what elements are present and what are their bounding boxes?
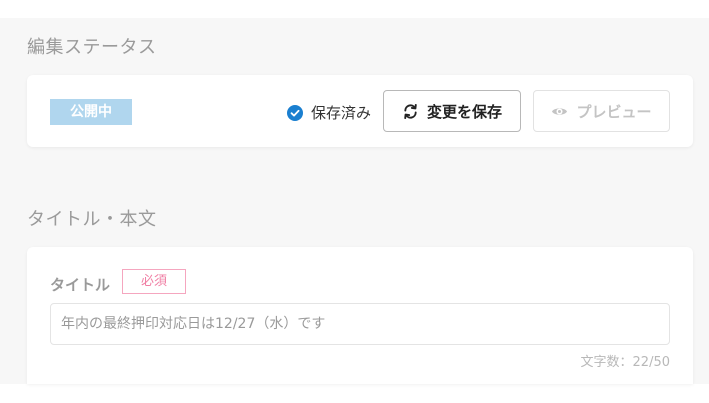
title-input[interactable]: 年内の最終押印対応日は12/27（水）です <box>50 303 670 345</box>
preview-label: プレビュー <box>576 102 652 121</box>
char-count: 文字数：22/50 <box>580 355 670 370</box>
save-changes-button[interactable]: 変更を保存 <box>383 90 521 132</box>
required-badge: 必須 <box>122 269 186 294</box>
status-badge: 公開中 <box>50 99 132 125</box>
title-card: タイトル 必須 年内の最終押印対応日は12/27（水）です 文字数：22/50 <box>27 247 693 384</box>
refresh-icon <box>404 103 417 119</box>
check-circle-icon <box>287 104 303 121</box>
title-field-label: タイトル <box>50 276 111 294</box>
saved-status-text: 保存済み <box>311 104 372 122</box>
status-card: 公開中 保存済み 変更を保存 プレビュー <box>27 75 693 147</box>
section-title-content: タイトル・本文 <box>27 209 157 230</box>
section-title-status: 編集ステータス <box>27 37 157 58</box>
saved-indicator: 保存済み <box>287 102 371 123</box>
save-changes-label: 変更を保存 <box>426 102 502 121</box>
eye-icon <box>552 107 568 115</box>
preview-button[interactable]: プレビュー <box>533 90 670 132</box>
